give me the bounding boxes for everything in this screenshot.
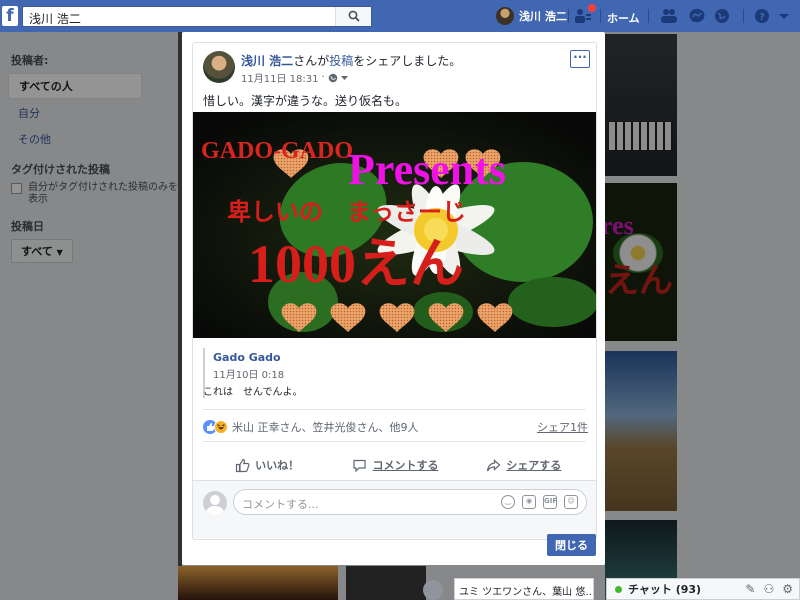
comment-button-label: コメントする [372,459,439,472]
like-button[interactable]: いいね！ [203,450,331,480]
post-author-link[interactable]: 浅川 浩二 [241,54,293,68]
comment-input[interactable]: コメントする... ‿ ◉ GIF ☺ [233,489,587,515]
profile-name: 浅川 浩二 [519,10,567,23]
share-button[interactable]: シェアする [460,450,588,480]
chat-label: チャット (93) [628,583,702,596]
image-text-massage: 卑しいの まっさーじ [227,197,466,226]
new-group-icon[interactable]: ⚇ [763,582,774,596]
sticker-icon[interactable]: ☺ [564,495,578,509]
reactions-summary[interactable]: 米山 正幸さん、笠井光俊さん、他9人 [232,419,419,435]
post-action-text: さんが [293,54,330,68]
post-image-graphic: GADO-GADO Presents 卑しいの まっさーじ 1000えん [193,112,596,338]
notification-toast[interactable]: ユミ ツエワンさん、葉山 悠… [454,578,594,600]
image-text-gado-gado: GADO-GADO [201,138,353,164]
comment-icon [353,459,367,472]
gif-icon[interactable]: GIF [543,495,557,509]
post-actions: いいね！ コメントする シェアする [203,450,588,480]
facebook-logo-icon[interactable]: f [2,6,18,26]
friend-requests-icon[interactable] [660,8,678,24]
divider [743,9,744,23]
chat-tools: ✎ ⚇ ⚙ [745,582,799,596]
messenger-icon[interactable] [688,8,706,24]
share-arrow-icon [487,458,501,471]
close-button[interactable]: 閉じる [547,534,596,556]
notifications-globe-icon[interactable] [713,8,731,24]
chevron-down-icon[interactable] [340,75,348,81]
post-message: 惜しい。漢字が違うな。送り仮名も。 [203,94,408,108]
thumbs-up-icon [236,458,250,472]
notification-badge [588,4,596,12]
comment-input-placeholder: コメントする... [242,498,319,511]
avatar [203,491,227,515]
share-button-label: シェアする [506,459,562,472]
divider [600,9,601,23]
image-text-presents: Presents [348,145,506,194]
camera-icon[interactable]: ◉ [522,495,536,509]
settings-gear-icon[interactable]: ⚙ [782,582,793,596]
help-icon[interactable]: ? [753,8,771,24]
avatar [496,7,514,25]
globe-icon[interactable] [423,580,443,600]
haha-reaction-icon[interactable] [214,420,228,434]
image-text-price: 1000えん [248,234,464,294]
search-icon [348,10,360,22]
divider [648,9,649,23]
home-link[interactable]: ホーム [607,10,640,26]
svg-text:?: ? [759,12,765,23]
top-navigation-bar: f 浅川 浩二 浅川 浩二 ホーム ? [0,0,800,32]
shared-source-name[interactable]: Gado Gado [213,351,583,364]
post-header: 浅川 浩二さんが投稿をシェアしました。 [241,52,461,69]
comment-button[interactable]: コメントする [331,450,459,480]
chevron-down-icon[interactable] [775,8,793,24]
meta-separator: · [321,72,325,83]
post-dialog: 浅川 浩二さんが投稿をシェアしました。 11月11日 18:31 · ··· 惜… [182,32,605,565]
comment-attachment-icons: ‿ ◉ GIF ☺ [501,495,578,509]
audience-globe-icon[interactable] [328,73,338,83]
search-button[interactable] [335,7,371,26]
comment-composer: コメントする... ‿ ◉ GIF ☺ [193,480,596,538]
online-status-icon [615,585,622,593]
compose-icon[interactable]: ✎ [745,582,755,596]
divider [203,441,586,442]
profile-link[interactable]: 浅川 浩二 [496,6,567,26]
post-image[interactable]: GADO-GADO Presents 卑しいの まっさーじ 1000えん [193,112,596,338]
post-meta: 11月11日 18:31 · [241,70,348,85]
like-button-label: いいね！ [255,459,300,472]
post-card: 浅川 浩二さんが投稿をシェアしました。 11月11日 18:31 · ··· 惜… [192,42,597,540]
post-action-suffix: をシェアしました。 [353,54,462,68]
post-options-button[interactable]: ··· [570,50,590,68]
post-shared-link[interactable]: 投稿 [329,54,353,68]
shared-source-date[interactable]: 11月10日 0:18 [213,366,583,381]
share-count-link[interactable]: シェア1件 [537,419,588,435]
divider [203,409,586,410]
post-timestamp[interactable]: 11月11日 18:31 [241,70,318,85]
shared-source-text: これは せんでんよ。 [203,387,303,398]
search-input-value: 浅川 浩二 [29,12,81,26]
reactions-bar: 米山 正幸さん、笠井光俊さん、他9人 シェア1件 [203,417,588,437]
search-input[interactable]: 浅川 浩二 [22,6,372,27]
avatar[interactable] [203,51,235,83]
chat-bar[interactable]: チャット (93) ✎ ⚇ ⚙ [606,578,800,600]
divider [568,9,569,23]
emoji-icon[interactable]: ‿ [501,495,515,509]
